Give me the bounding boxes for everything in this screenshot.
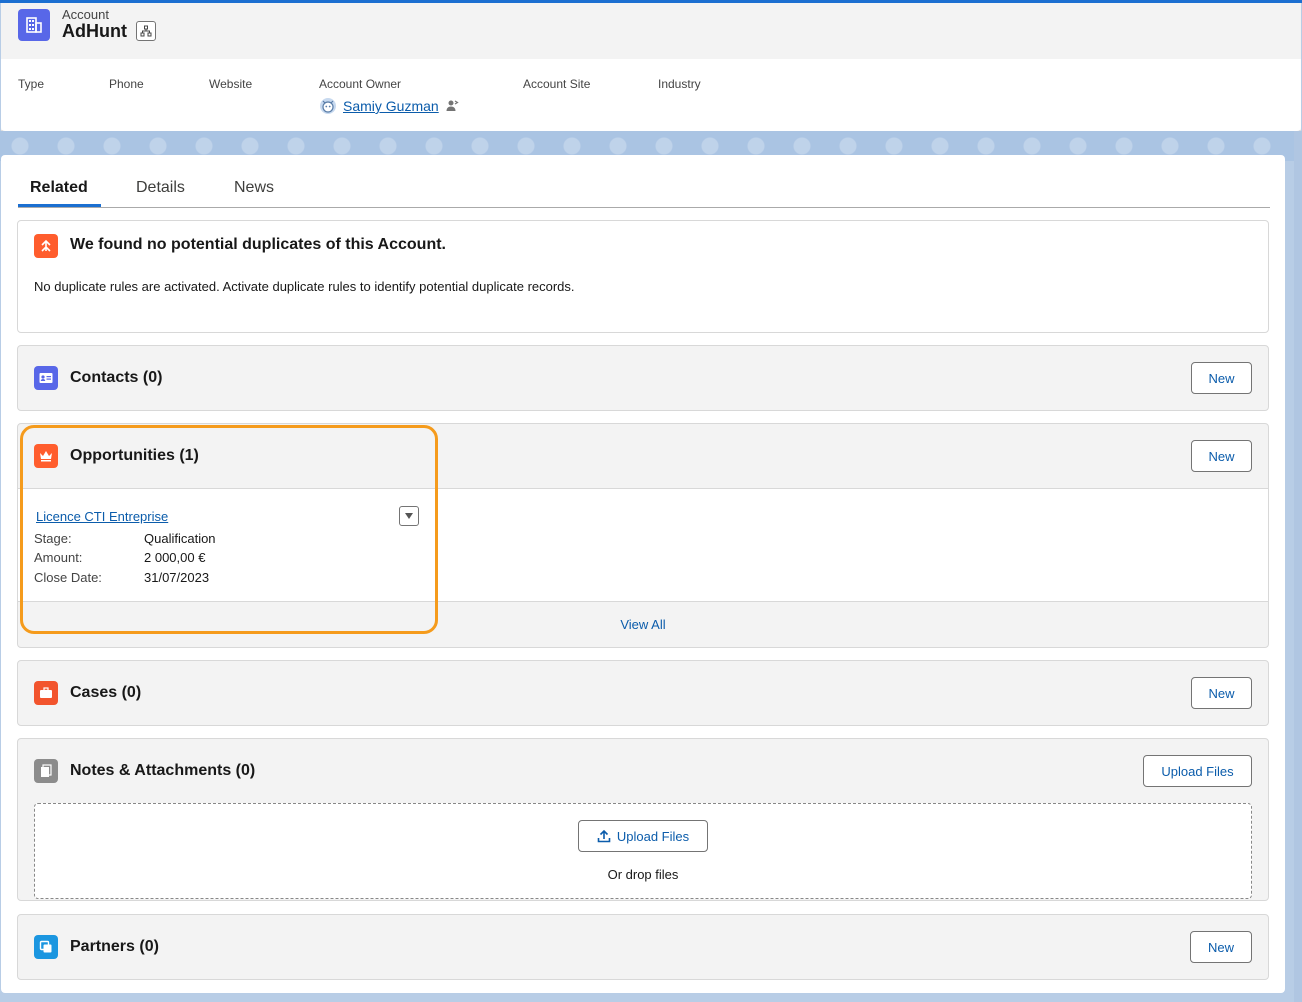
highlights-panel: Type Phone Website Account Owner Account… [1, 59, 1301, 131]
partners-title: Partners (0) [70, 938, 159, 955]
upload-files-button[interactable]: Upload Files [578, 820, 708, 852]
active-tab-indicator [18, 204, 101, 207]
partners-panel: Partners (0) New [17, 914, 1269, 980]
field-label-phone: Phone [109, 77, 144, 91]
notes-title: Notes & Attachments (0) [70, 762, 256, 779]
account-owner-link[interactable]: Samiy Guzman [343, 98, 439, 114]
crown-icon [34, 444, 58, 468]
stage-label: Stage: [34, 531, 72, 546]
upload-icon [597, 829, 611, 843]
view-all-link[interactable]: View All [18, 617, 1268, 632]
account-building-icon [18, 9, 50, 41]
file-icon [34, 759, 58, 783]
amount-label: Amount: [34, 550, 83, 565]
file-dropzone[interactable]: Upload Files Or drop files [34, 803, 1252, 899]
amount-value: 2 000,00 € [144, 550, 206, 565]
field-label-industry: Industry [658, 77, 701, 91]
change-owner-icon[interactable] [445, 99, 459, 113]
field-label-account-owner: Account Owner [319, 77, 402, 91]
close-date-value: 31/07/2023 [144, 570, 210, 585]
briefcase-icon [34, 681, 58, 705]
duplicates-panel: We found no potential duplicates of this… [17, 220, 1269, 333]
record-tabs: Related Details News [18, 175, 1270, 208]
upload-files-label: Upload Files [616, 828, 690, 844]
opportunities-title: Opportunities (1) [70, 447, 199, 464]
field-label-type: Type [18, 77, 45, 91]
field-label-account-site: Account Site [523, 77, 591, 91]
field-label-website: Website [209, 77, 253, 91]
contacts-title: Contacts (0) [70, 369, 163, 386]
new-case-button[interactable]: New [1191, 677, 1252, 709]
record-name: AdHunt [62, 21, 127, 41]
hierarchy-icon [140, 25, 152, 37]
tab-news[interactable]: News [234, 179, 274, 197]
contacts-panel: Contacts (0) New [17, 345, 1269, 411]
duplicates-title: We found no potential duplicates of this… [70, 236, 446, 253]
opportunity-name-link[interactable]: Licence CTI Entreprise [36, 509, 168, 524]
stage-value: Qualification [144, 531, 216, 546]
new-contact-button[interactable]: New [1191, 362, 1252, 394]
chevron-down-icon [405, 513, 413, 519]
contact-card-icon [34, 366, 58, 390]
tab-details[interactable]: Details [136, 179, 185, 197]
tab-related[interactable]: Related [30, 179, 88, 197]
cases-title: Cases (0) [70, 684, 142, 701]
header-title-area: Account AdHunt [1, 3, 1301, 59]
view-hierarchy-button[interactable] [136, 21, 156, 41]
drop-files-text: Or drop files [607, 867, 679, 882]
object-label: Account [62, 7, 109, 22]
close-date-label: Close Date: [34, 570, 102, 585]
opportunities-panel: Opportunities (1) New Licence CTI Entrep… [17, 423, 1269, 648]
page-scrollbar[interactable] [1294, 131, 1302, 1002]
partner-icon [34, 935, 58, 959]
upload-files-header-button[interactable]: Upload Files [1143, 755, 1252, 787]
new-opportunity-button[interactable]: New [1191, 440, 1252, 472]
row-actions-dropdown[interactable] [399, 506, 419, 526]
owner-avatar-icon [320, 98, 336, 114]
duplicates-message: No duplicate rules are activated. Activa… [34, 279, 575, 294]
record-header: Account AdHunt Type Phone Website Accoun… [1, 3, 1301, 131]
account-owner-value: Samiy Guzman [319, 97, 459, 115]
cases-panel: Cases (0) New [17, 660, 1269, 726]
notes-attachments-panel: Notes & Attachments (0) Upload Files Upl… [17, 738, 1269, 901]
opportunity-tile: Licence CTI Entreprise Stage: Qualificat… [18, 488, 1268, 602]
merge-icon [34, 234, 58, 258]
new-partner-button[interactable]: New [1190, 931, 1252, 963]
